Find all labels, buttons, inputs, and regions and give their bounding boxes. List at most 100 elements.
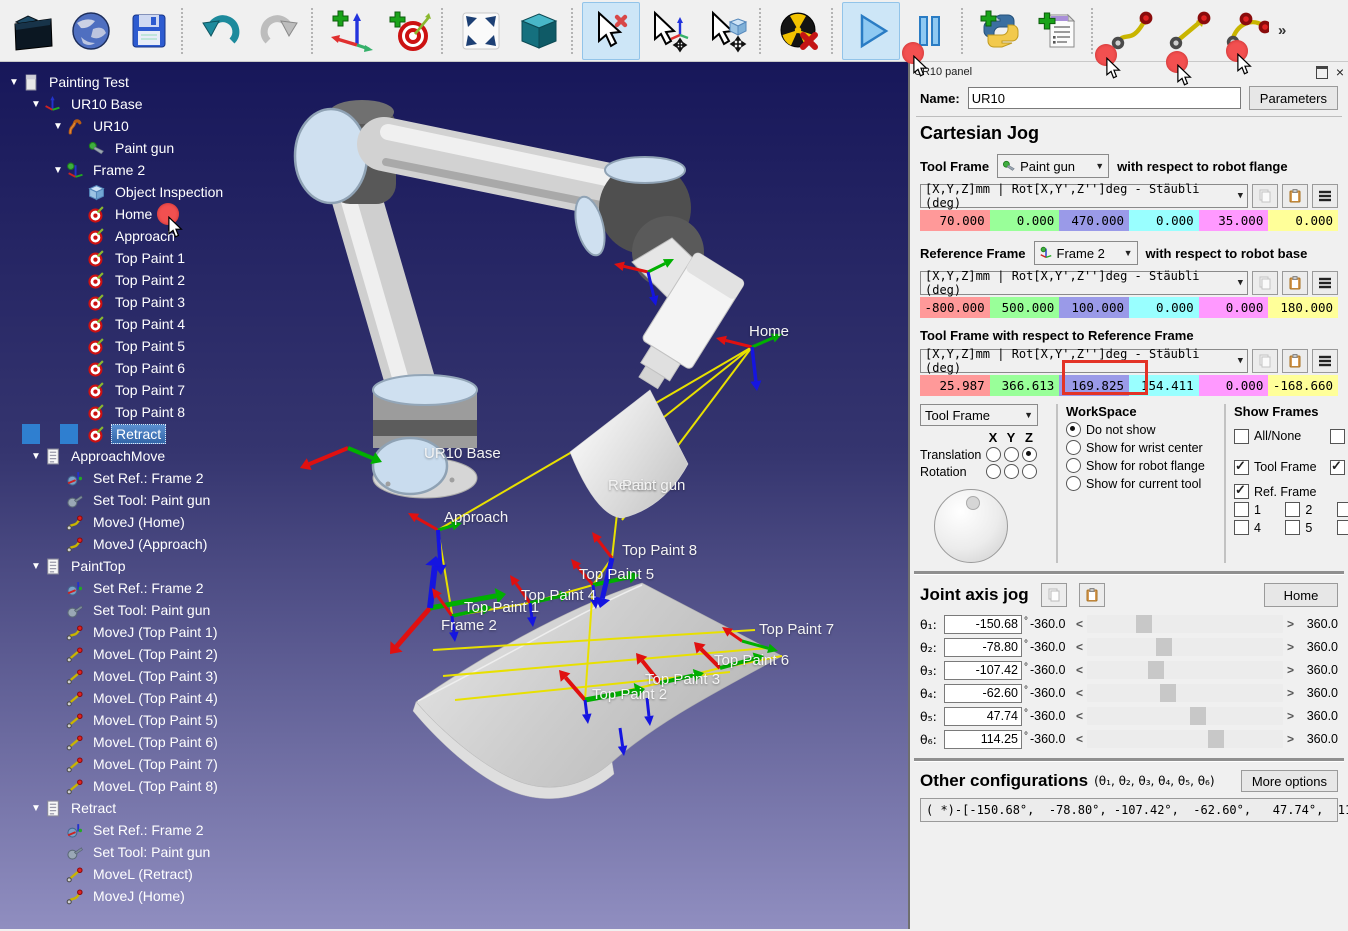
- show-frames-number-option[interactable]: 5: [1285, 520, 1336, 535]
- pose-value-cell[interactable]: 0.000: [990, 210, 1060, 231]
- check-collisions-button[interactable]: [770, 2, 828, 60]
- run-program-button[interactable]: [842, 2, 900, 60]
- show-frames-checkbox[interactable]: [1337, 520, 1348, 535]
- tree-item-top-paint-5[interactable]: Top Paint 5: [0, 335, 320, 357]
- translation-z-radio[interactable]: [1022, 447, 1037, 462]
- workspace-option[interactable]: Show for current tool: [1066, 476, 1216, 491]
- tree-item-approach[interactable]: Approach: [0, 225, 320, 247]
- show-frames-checkbox[interactable]: [1234, 502, 1249, 517]
- joint-slider-thumb[interactable]: [1160, 684, 1176, 702]
- tree-item-object-inspection[interactable]: Object Inspection: [0, 181, 320, 203]
- expander-arrow-icon[interactable]: ▼: [28, 99, 44, 110]
- show-frames-option[interactable]: Ref. Frame: [1234, 484, 1330, 499]
- show-frames-option[interactable]: Tool Frame: [1234, 453, 1330, 481]
- show-frames-checkbox[interactable]: [1234, 520, 1249, 535]
- panel-titlebar[interactable]: UR10 panel ×: [910, 62, 1348, 82]
- tree-item-movej-approach[interactable]: MoveJ (Approach): [0, 533, 320, 555]
- show-frames-number-option[interactable]: 2: [1285, 502, 1336, 517]
- joint-increase-arrow[interactable]: >: [1283, 709, 1298, 723]
- tree-item-movej-top-paint-1[interactable]: MoveJ (Top Paint 1): [0, 621, 320, 643]
- paste-pose-button[interactable]: [1282, 349, 1308, 373]
- paste-pose-button[interactable]: [1282, 184, 1308, 208]
- joint-slider-thumb[interactable]: [1156, 638, 1172, 656]
- pose-value-cell[interactable]: 180.000: [1268, 297, 1338, 318]
- joint-decrease-arrow[interactable]: <: [1072, 663, 1087, 677]
- joint-slider-thumb[interactable]: [1208, 730, 1224, 748]
- parameters-button[interactable]: Parameters: [1249, 86, 1338, 110]
- workspace-option[interactable]: Do not show: [1066, 422, 1216, 437]
- joint-slider-thumb[interactable]: [1148, 661, 1164, 679]
- rotation-y-radio[interactable]: [1004, 464, 1019, 479]
- show-frames-option[interactable]: All/None: [1234, 422, 1330, 450]
- tree-item-movej-home[interactable]: MoveJ (Home): [0, 885, 320, 907]
- expander-arrow-icon[interactable]: ▼: [28, 803, 44, 814]
- robot-name-input[interactable]: [968, 87, 1241, 109]
- workspace-radio[interactable]: [1066, 476, 1081, 491]
- pose-value-cell[interactable]: 25.987: [920, 375, 990, 396]
- reference-frame-dropdown[interactable]: Frame 2 ▼: [1034, 241, 1138, 265]
- jog-frame-dropdown[interactable]: Tool Frame▼: [920, 404, 1038, 426]
- expander-arrow-icon[interactable]: ▼: [50, 165, 66, 176]
- tree-item-retract[interactable]: ▼Retract: [0, 797, 320, 819]
- home-button[interactable]: Home: [1264, 583, 1338, 607]
- show-frames-checkbox[interactable]: [1234, 429, 1249, 444]
- pose-value-cell[interactable]: 0.000: [1199, 297, 1269, 318]
- tree-item-top-paint-6[interactable]: Top Paint 6: [0, 357, 320, 379]
- expander-arrow-icon[interactable]: ▼: [50, 121, 66, 132]
- workspace-option[interactable]: Show for wrist center: [1066, 440, 1216, 455]
- tree-item-ur10[interactable]: ▼UR10: [0, 115, 320, 137]
- show-frames-checkbox[interactable]: [1234, 460, 1249, 475]
- add-target-button[interactable]: [380, 2, 438, 60]
- workspace-radio[interactable]: [1066, 440, 1081, 455]
- tree-item-movel-top-paint-7[interactable]: MoveL (Top Paint 7): [0, 753, 320, 775]
- configuration-dropdown[interactable]: ( *)-[-150.68°, -78.80°, -107.42°, -62.6…: [920, 798, 1338, 822]
- pose-value-cell[interactable]: 0.000: [1268, 210, 1338, 231]
- translation-y-radio[interactable]: [1004, 447, 1019, 462]
- pose-menu-button[interactable]: [1312, 271, 1338, 295]
- joint-slider[interactable]: [1087, 615, 1283, 633]
- joint-decrease-arrow[interactable]: <: [1072, 617, 1087, 631]
- tree-item-ur10-base[interactable]: ▼UR10 Base: [0, 93, 320, 115]
- tree-item-approachmove[interactable]: ▼ApproachMove: [0, 445, 320, 467]
- pose-value-cell[interactable]: 100.000: [1059, 297, 1129, 318]
- joint-decrease-arrow[interactable]: <: [1072, 709, 1087, 723]
- tree-item-paint-gun[interactable]: Paint gun: [0, 137, 320, 159]
- tree-item-painting-test[interactable]: ▼Painting Test: [0, 71, 320, 93]
- redo-button[interactable]: [250, 2, 308, 60]
- show-frames-option[interactable]: Robot Flange: [1330, 453, 1348, 481]
- show-frames-checkbox[interactable]: [1330, 460, 1345, 475]
- joint-value-input[interactable]: [944, 615, 1022, 634]
- move-linear-instruction-button[interactable]: [1160, 2, 1218, 60]
- tree-item-top-paint-1[interactable]: Top Paint 1: [0, 247, 320, 269]
- joint-slider-thumb[interactable]: [1136, 615, 1152, 633]
- tree-item-retract[interactable]: Retract: [0, 423, 320, 445]
- rotation-x-radio[interactable]: [986, 464, 1001, 479]
- open-online-library-button[interactable]: [62, 2, 120, 60]
- show-frames-option[interactable]: Base (0): [1330, 422, 1348, 450]
- add-python-program-button[interactable]: [972, 2, 1030, 60]
- joint-slider[interactable]: [1087, 638, 1283, 656]
- open-file-button[interactable]: [4, 2, 62, 60]
- joint-increase-arrow[interactable]: >: [1283, 732, 1298, 746]
- save-station-button[interactable]: [120, 2, 178, 60]
- tree-item-set-tool-paint-gun[interactable]: Set Tool: Paint gun: [0, 599, 320, 621]
- pose-value-cell[interactable]: 470.000: [1059, 210, 1129, 231]
- show-frames-number-option[interactable]: 1: [1234, 502, 1285, 517]
- paste-joints-button[interactable]: [1079, 583, 1105, 607]
- tree-item-movel-top-paint-5[interactable]: MoveL (Top Paint 5): [0, 709, 320, 731]
- tree-item-movel-top-paint-8[interactable]: MoveL (Top Paint 8): [0, 775, 320, 797]
- tree-item-painttop[interactable]: ▼PaintTop: [0, 555, 320, 577]
- pose-menu-button[interactable]: [1312, 349, 1338, 373]
- fit-all-button[interactable]: [452, 2, 510, 60]
- tree-item-movej-home[interactable]: MoveJ (Home): [0, 511, 320, 533]
- joint-decrease-arrow[interactable]: <: [1072, 640, 1087, 654]
- tree-item-top-paint-8[interactable]: Top Paint 8: [0, 401, 320, 423]
- workspace-option[interactable]: Show for robot flange: [1066, 458, 1216, 473]
- paste-pose-button[interactable]: [1282, 271, 1308, 295]
- tree-item-top-paint-4[interactable]: Top Paint 4: [0, 313, 320, 335]
- pose-value-cell[interactable]: 35.000: [1199, 210, 1269, 231]
- tree-item-top-paint-2[interactable]: Top Paint 2: [0, 269, 320, 291]
- show-frames-checkbox[interactable]: [1234, 484, 1249, 499]
- expander-arrow-icon[interactable]: ▼: [28, 561, 44, 572]
- workspace-radio[interactable]: [1066, 422, 1081, 437]
